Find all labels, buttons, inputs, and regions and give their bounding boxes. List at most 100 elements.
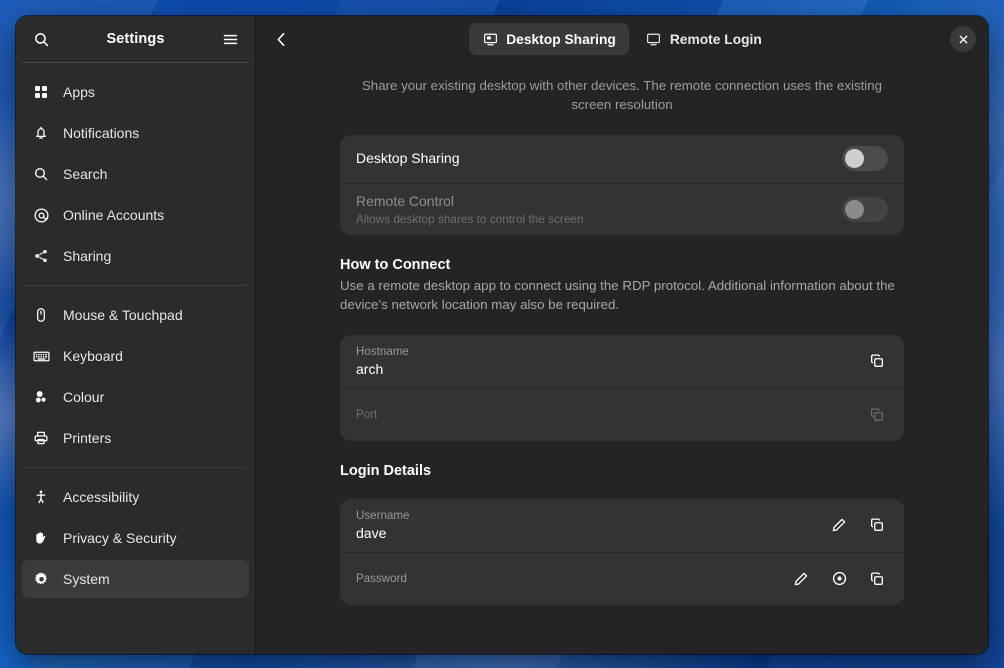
login-details-heading: Login Details [340,463,904,479]
tab-label: Remote Login [670,32,762,47]
intro-description: Share your existing desktop with other d… [340,62,904,115]
accessibility-person-icon [32,488,50,506]
sharing-card: Desktop Sharing Remote Control Allows de… [340,135,904,236]
sidebar-item-accessibility[interactable]: Accessibility [22,478,249,516]
toggle-knob [845,200,864,219]
how-to-connect-description: Use a remote desktop app to connect usin… [340,277,904,315]
content-body[interactable]: Share your existing desktop with other d… [256,62,988,654]
copy-username-button[interactable] [866,514,888,536]
hostname-label: Hostname [356,344,856,359]
hostname-row[interactable]: Hostname arch [340,335,904,388]
sidebar-item-keyboard[interactable]: Keyboard [22,337,249,375]
edit-password-button[interactable] [790,568,812,590]
username-row[interactable]: Username dave [340,499,904,552]
close-button[interactable] [950,26,976,52]
sidebar-item-label: Printers [63,431,111,445]
view-switcher-tabs: Desktop Sharing Remote Login [256,23,988,55]
sidebar-item-search[interactable]: Search [22,155,249,193]
sidebar-item-apps[interactable]: Apps [22,73,249,111]
sidebar-item-label: Colour [63,390,104,404]
sidebar-item-label: Sharing [63,249,111,263]
sidebar-item-notifications[interactable]: Notifications [22,114,249,152]
sidebar-item-label: System [63,572,110,586]
desktop-sharing-row[interactable]: Desktop Sharing [340,135,904,183]
eye-icon [831,570,848,587]
copy-icon [869,517,885,533]
row-actions [828,514,888,536]
tab-label: Desktop Sharing [506,32,616,47]
edit-username-button[interactable] [828,514,850,536]
sidebar-item-colour[interactable]: Colour [22,378,249,416]
copy-password-button[interactable] [866,568,888,590]
gear-icon [32,570,50,588]
hamburger-menu-icon[interactable] [215,24,245,54]
keyboard-icon [32,347,50,365]
row-actions [866,350,888,372]
copy-icon [869,571,885,587]
close-icon [958,34,969,45]
sidebar-nav-list[interactable]: Apps Notifications [16,62,255,654]
tab-desktop-sharing[interactable]: Desktop Sharing [469,23,629,55]
desktop-sharing-toggle[interactable] [842,146,888,171]
row-texts: Username dave [356,499,818,551]
sidebar-item-label: Accessibility [63,490,139,504]
remote-control-row: Remote Control Allows desktop shares to … [340,183,904,236]
row-texts: Hostname arch [356,335,856,387]
sidebar-item-system[interactable]: System [22,560,249,598]
monitor-icon [646,31,662,47]
screen-share-icon [482,31,498,47]
hand-icon [32,529,50,547]
username-label: Username [356,508,818,523]
sidebar-item-mouse-touchpad[interactable]: Mouse & Touchpad [22,296,249,334]
row-actions [866,404,888,426]
sidebar-item-sharing[interactable]: Sharing [22,237,249,275]
search-icon [32,165,50,183]
nav-group-3: Accessibility Privacy & Security [22,468,249,608]
sidebar-item-privacy-security[interactable]: Privacy & Security [22,519,249,557]
nav-group-2: Mouse & Touchpad Keyboard [22,286,249,467]
sidebar: Settings Apps [16,16,256,654]
nav-group-1: Apps Notifications [22,63,249,285]
copy-port-button[interactable] [866,404,888,426]
connection-card: Hostname arch [340,335,904,441]
row-texts: Password [356,562,780,595]
copy-hostname-button[interactable] [866,350,888,372]
hostname-value: arch [356,360,856,378]
row-texts: Port [356,398,856,432]
desktop-sharing-label: Desktop Sharing [356,150,832,168]
password-row[interactable]: Password [340,552,904,605]
sidebar-item-printers[interactable]: Printers [22,419,249,457]
chevron-left-icon [273,31,290,48]
remote-control-toggle[interactable] [842,197,888,222]
port-row[interactable]: Port [340,388,904,441]
bell-icon [32,124,50,142]
sidebar-item-label: Apps [63,85,95,99]
copy-icon [869,407,885,423]
sidebar-header: Settings [16,16,255,62]
content-header: Desktop Sharing Remote Login [256,16,988,62]
search-icon[interactable] [26,24,56,54]
page-title: Settings [56,31,215,47]
settings-window: Settings Apps [16,16,988,654]
row-actions [790,568,888,590]
reveal-password-button[interactable] [828,568,850,590]
tab-remote-login[interactable]: Remote Login [633,23,775,55]
sidebar-item-label: Keyboard [63,349,123,363]
colour-icon [32,388,50,406]
back-button[interactable] [266,24,296,54]
printer-icon [32,429,50,447]
sidebar-item-label: Mouse & Touchpad [63,308,183,322]
sidebar-item-label: Search [63,167,107,181]
sidebar-item-online-accounts[interactable]: Online Accounts [22,196,249,234]
password-label: Password [356,571,780,586]
how-to-connect-heading: How to Connect [340,257,904,273]
row-texts: Desktop Sharing [356,141,832,177]
login-details-card: Username dave [340,499,904,605]
sidebar-item-label: Online Accounts [63,208,164,222]
port-label: Port [356,407,856,422]
username-value: dave [356,524,818,542]
sidebar-item-label: Notifications [63,126,139,140]
pencil-icon [793,571,809,587]
apps-grid-icon [32,83,50,101]
mouse-icon [32,306,50,324]
